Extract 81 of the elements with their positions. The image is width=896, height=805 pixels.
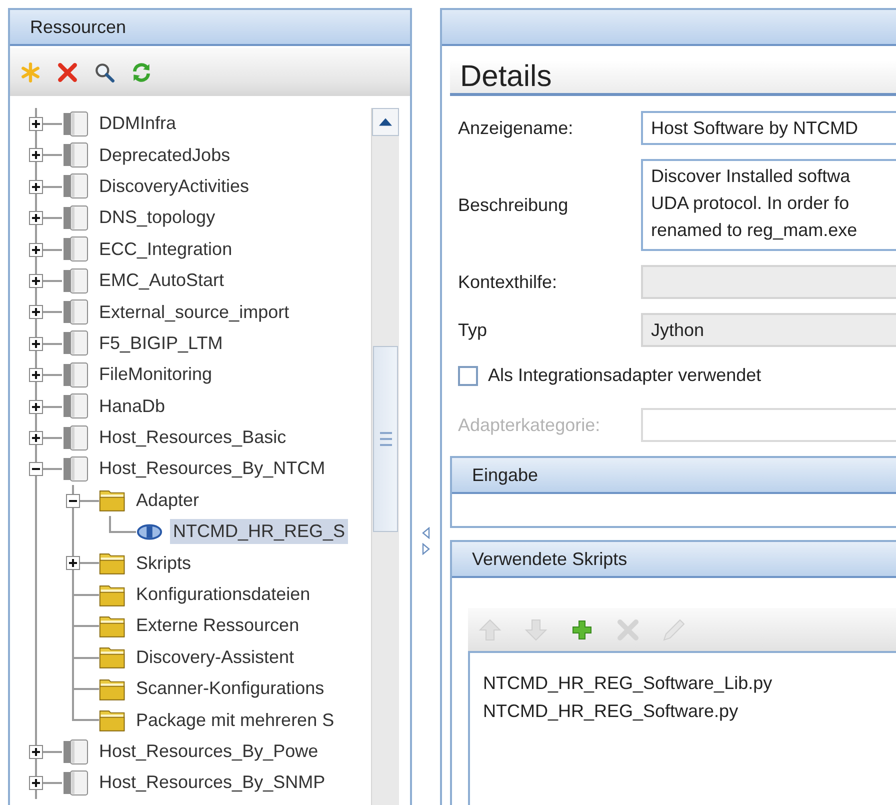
tree-item[interactable]: HanaDb — [96, 394, 168, 419]
expand-toggle[interactable] — [29, 148, 43, 162]
package-icon — [62, 770, 89, 796]
tree-item[interactable]: External_source_import — [96, 300, 292, 325]
scroll-up-button[interactable] — [372, 108, 399, 136]
package-icon — [62, 299, 89, 326]
package-icon — [62, 173, 89, 200]
delete-icon[interactable] — [57, 62, 78, 82]
script-item[interactable]: NTCMD_HR_REG_Software.py — [483, 701, 738, 722]
tree-item[interactable]: ECC_Integration — [96, 236, 236, 262]
collapse-left-icon[interactable] — [422, 527, 430, 539]
expand-toggle[interactable] — [29, 274, 43, 288]
tree-item[interactable]: F5_BIGIP_LTM — [96, 330, 226, 356]
expand-toggle[interactable] — [29, 336, 43, 351]
tree-item[interactable]: Host_Resources_By_NTCM — [96, 456, 328, 482]
package-icon — [62, 204, 89, 231]
package-icon — [62, 738, 89, 764]
expand-toggle[interactable] — [29, 776, 43, 790]
package-icon — [62, 393, 89, 420]
expand-toggle[interactable] — [29, 242, 43, 257]
expand-toggle[interactable] — [29, 430, 43, 445]
tree-item[interactable]: Scanner-Konfigurations — [133, 676, 328, 702]
tree-item[interactable]: Konfigurationsdateien — [133, 582, 314, 608]
package-icon — [62, 424, 89, 451]
tree-item[interactable]: DeprecatedJobs — [96, 142, 234, 168]
script-item[interactable]: NTCMD_HR_REG_Software_Lib.py — [483, 673, 772, 694]
panel-title: Ressourcen — [30, 16, 126, 38]
field-label: Beschreibung — [458, 194, 570, 216]
tree-item[interactable]: FileMonitoring — [96, 362, 216, 388]
section-title: Eingabe — [472, 464, 538, 486]
section-header[interactable]: Eingabe — [452, 458, 896, 494]
input-field[interactable]: Jython — [641, 313, 896, 347]
scrollbar-thumb[interactable] — [373, 346, 398, 532]
expand-toggle[interactable] — [29, 211, 43, 226]
field-label: Typ — [458, 320, 488, 340]
tree-item[interactable]: Host_Resources_By_SNMP — [96, 770, 328, 796]
package-icon — [62, 110, 89, 137]
expand-toggle[interactable] — [29, 117, 43, 131]
package-icon — [62, 236, 89, 262]
expand-right-icon[interactable] — [422, 543, 430, 555]
description-field[interactable]: Discover Installed softwa UDA protocol. In order fo renamed to reg_mam.exe — [641, 159, 896, 251]
field-label: Kontexthilfe: — [458, 272, 558, 292]
expand-toggle[interactable] — [29, 180, 43, 194]
field-label: Anzeigename: — [458, 118, 574, 138]
input-field[interactable] — [641, 265, 896, 299]
expand-toggle[interactable] — [29, 305, 43, 320]
input-field[interactable]: Host Software by NTCMD — [641, 111, 896, 145]
field-label: Adapterkategorie: — [458, 414, 602, 436]
expand-toggle[interactable] — [66, 556, 80, 570]
tree-item[interactable]: Host_Resources_By_Powe — [96, 739, 322, 764]
expand-toggle[interactable] — [29, 462, 43, 476]
tree-item[interactable]: DNS_topology — [96, 205, 218, 230]
details-heading: Details — [460, 60, 552, 93]
tree-item[interactable]: Discovery-Assistent — [133, 644, 298, 670]
up-arrow-icon — [379, 118, 392, 126]
add-icon[interactable] — [570, 618, 594, 642]
expand-toggle[interactable] — [29, 744, 43, 759]
refresh-icon[interactable] — [131, 62, 152, 82]
checkbox[interactable] — [458, 366, 478, 386]
package-icon — [62, 362, 89, 388]
section-header[interactable]: Verwendete Skripts — [452, 542, 896, 578]
checkbox-label: Als Integrationsadapter verwendet — [488, 365, 762, 386]
section-title: Verwendete Skripts — [472, 548, 628, 570]
tree-item[interactable]: Externe Ressourcen — [133, 613, 302, 638]
package-icon — [62, 268, 89, 294]
package-icon — [62, 330, 89, 356]
tree-item[interactable]: DDMInfra — [96, 111, 180, 136]
expand-toggle[interactable] — [29, 368, 43, 382]
tree-item[interactable]: Package mit mehreren S — [133, 708, 338, 733]
scrollbar[interactable] — [371, 108, 399, 805]
tree-item[interactable]: Host_Resources_Basic — [96, 425, 290, 450]
search-icon[interactable] — [94, 62, 115, 82]
tree-item[interactable]: Skripts — [133, 550, 194, 576]
tree-item[interactable]: Adapter — [133, 488, 202, 513]
tree-item[interactable]: NTCMD_HR_REG_S — [170, 519, 348, 544]
package-icon — [62, 142, 89, 168]
expand-toggle[interactable] — [29, 400, 43, 414]
tree-item[interactable]: EMC_AutoStart — [96, 268, 228, 294]
package-icon — [62, 456, 89, 482]
expand-toggle[interactable] — [66, 494, 80, 508]
tree-item[interactable]: DiscoveryActivities — [96, 174, 252, 199]
